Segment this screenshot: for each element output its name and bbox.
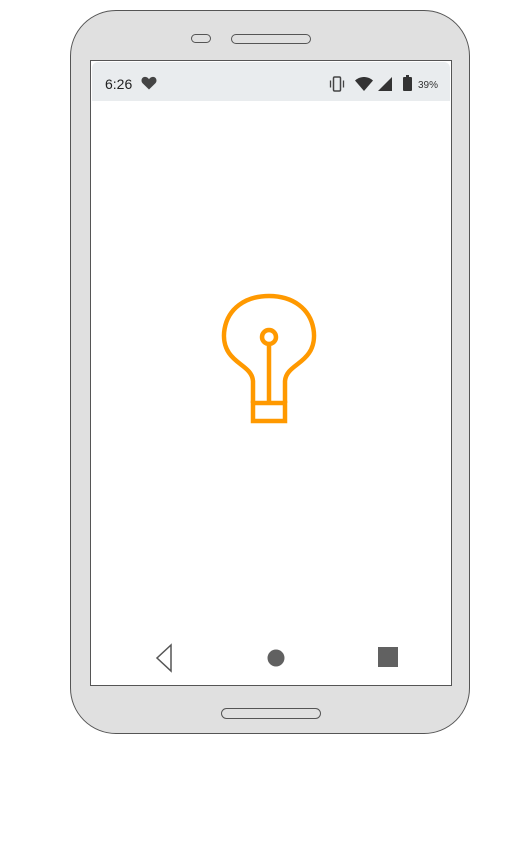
- lightbulb-icon: [221, 293, 317, 424]
- mockup-canvas: 6:26 39%: [0, 0, 522, 845]
- recents-button[interactable]: [378, 647, 398, 667]
- vibrate-icon: [329, 76, 345, 92]
- heart-icon: [141, 76, 157, 90]
- status-bar: 6:26 39%: [92, 62, 450, 101]
- earpiece-speaker: [231, 34, 311, 44]
- phone-screen: 6:26 39%: [90, 60, 452, 686]
- back-button[interactable]: [155, 643, 173, 673]
- status-time: 6:26: [105, 76, 133, 92]
- wifi-icon: [355, 77, 373, 91]
- home-button[interactable]: [267, 649, 285, 667]
- battery-icon: [403, 75, 412, 91]
- front-camera: [191, 34, 211, 43]
- signal-icon: [378, 77, 392, 91]
- battery-percent: 39%: [418, 80, 439, 91]
- bottom-slot: [221, 708, 321, 719]
